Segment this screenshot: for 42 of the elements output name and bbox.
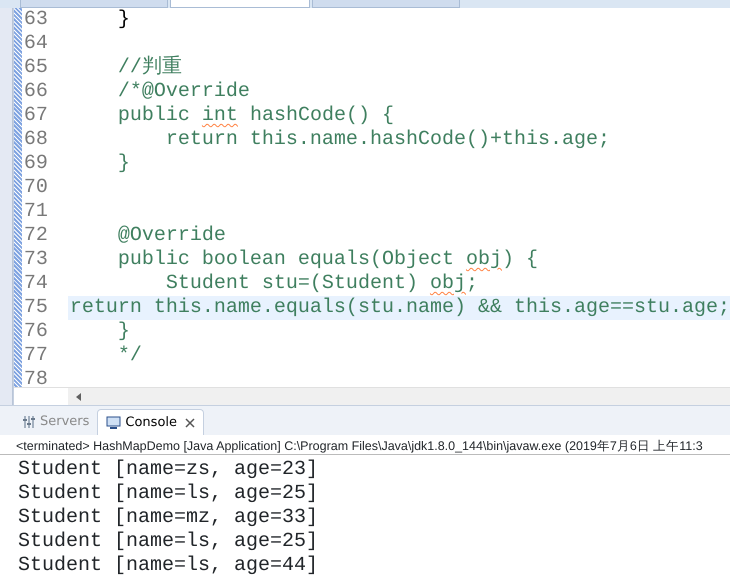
line-number: 71 [22,200,49,224]
line-number: 70 [22,176,49,200]
console-output-line: Student [name=mz, age=33] [18,506,320,530]
console-output-line: Student [name=ls, age=44] [18,554,320,578]
line-number: 74 [22,272,49,296]
line-number: 63 [22,8,49,32]
line-number: 76 [22,320,49,344]
line-number: 75 [22,296,49,320]
code-line: @Override [116,224,227,248]
console-output-line: Student [name=zs, age=23] [18,458,320,482]
console-tab[interactable]: Console [97,409,204,435]
scroll-left-icon[interactable] [76,392,81,401]
editor-tab[interactable] [170,0,310,8]
code-line: } [116,320,131,344]
close-icon[interactable] [185,418,196,428]
line-number: 72 [22,224,49,248]
code-line: //判重 [116,56,183,80]
code-line: /*@Override [116,80,251,104]
code-line: public int hashCode() { [116,104,395,128]
editor-tab[interactable] [20,0,168,8]
code-line: } [116,8,131,32]
line-number: 68 [22,128,49,152]
line-number: 69 [22,152,49,176]
line-number: 67 [22,104,49,128]
code-line: public boolean equals(Object obj) { [116,248,539,272]
line-number: 78 [22,368,49,388]
line-number: 65 [22,56,49,80]
editor-tab[interactable] [312,0,460,8]
code-line: Student stu=(Student) obj; [164,272,479,296]
console-status: <terminated> HashMapDemo [Java Application] C:\Program Files\Java\jdk1.8.0_144\bin\javaw.exe (2019年7月6日 上午11:3 [0,435,730,455]
line-number: 73 [22,248,49,272]
line-number: 64 [22,32,49,56]
servers-icon [22,415,36,429]
horizontal-scrollbar[interactable] [68,388,730,405]
code-line: return this.name.hashCode()+this.age; [164,128,611,152]
line-number: 77 [22,344,49,368]
line-number: 66 [22,80,49,104]
console-output-line: Student [name=ls, age=25] [18,530,320,554]
console-output-line: Student [name=ls, age=25] [18,482,320,506]
code-line: */ [116,344,143,368]
monitor-icon [106,416,122,430]
code-line: } [116,152,131,176]
